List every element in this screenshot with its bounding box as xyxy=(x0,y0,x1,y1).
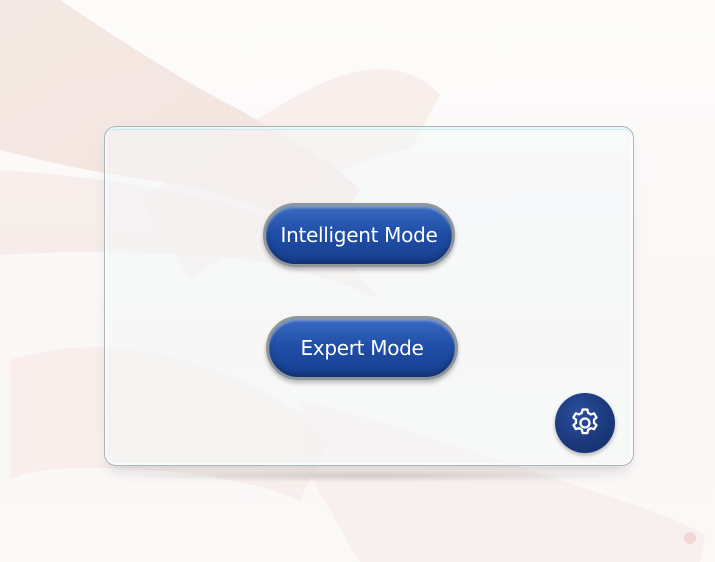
gear-icon xyxy=(572,408,598,435)
intelligent-mode-button[interactable]: Intelligent Mode xyxy=(263,203,455,267)
expert-mode-button[interactable]: Expert Mode xyxy=(266,316,458,380)
main-screen: Intelligent Mode Expert Mode xyxy=(0,0,715,562)
panel-shadow xyxy=(120,470,620,482)
settings-button[interactable] xyxy=(555,393,615,453)
mode-selection-panel xyxy=(104,126,634,466)
